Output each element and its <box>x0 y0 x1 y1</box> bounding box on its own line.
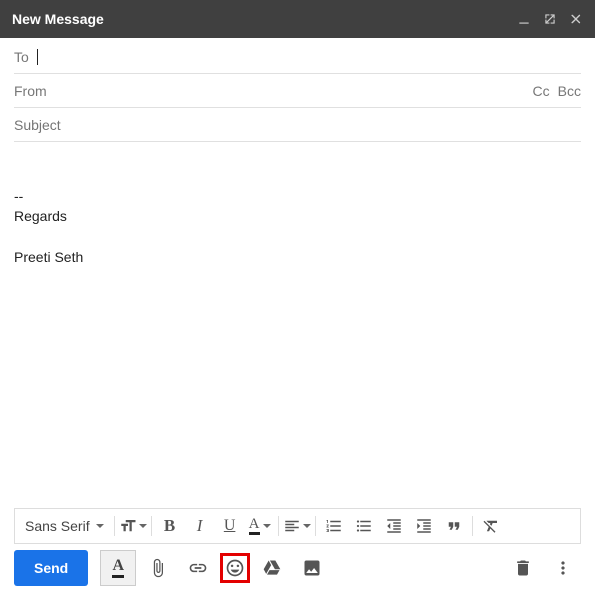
format-toolbar: Sans Serif B I U A <box>14 508 581 544</box>
font-family-label: Sans Serif <box>25 518 90 534</box>
compose-title: New Message <box>12 11 517 27</box>
from-row[interactable]: From Cc Bcc <box>14 74 581 108</box>
font-family-select[interactable]: Sans Serif <box>19 518 110 534</box>
bullet-list-button[interactable] <box>350 512 378 540</box>
to-row[interactable]: To <box>14 40 581 74</box>
window-controls <box>517 12 583 26</box>
paperclip-icon <box>148 558 168 578</box>
caret-down-icon <box>263 524 271 528</box>
bold-button[interactable]: B <box>156 512 184 540</box>
quote-button[interactable] <box>440 512 468 540</box>
italic-button[interactable]: I <box>186 512 214 540</box>
more-options-button[interactable] <box>545 550 581 586</box>
drive-icon <box>262 558 282 578</box>
signature-separator: -- <box>14 186 581 206</box>
align-button[interactable] <box>283 512 311 540</box>
subject-row[interactable] <box>14 108 581 142</box>
to-input[interactable] <box>38 49 581 65</box>
font-size-button[interactable] <box>119 512 147 540</box>
message-body[interactable]: -- Regards Preeti Seth <box>0 142 595 508</box>
compose-fields: To From Cc Bcc <box>0 38 595 142</box>
caret-down-icon <box>96 524 104 528</box>
divider <box>315 516 316 536</box>
more-vert-icon <box>553 558 573 578</box>
discard-draft-button[interactable] <box>505 550 541 586</box>
expand-icon[interactable] <box>543 12 557 26</box>
divider <box>278 516 279 536</box>
divider <box>472 516 473 536</box>
signature-block: -- Regards Preeti Seth <box>14 186 581 267</box>
subject-input[interactable] <box>14 117 581 133</box>
text-format-icon: A <box>112 558 124 578</box>
trash-icon <box>513 558 533 578</box>
attach-file-button[interactable] <box>140 550 176 586</box>
caret-down-icon <box>139 524 147 528</box>
close-icon[interactable] <box>569 12 583 26</box>
emoji-icon <box>225 558 245 578</box>
from-label: From <box>14 83 47 99</box>
bottom-bar: Send A <box>0 550 595 600</box>
indent-less-button[interactable] <box>380 512 408 540</box>
to-label: To <box>14 49 29 65</box>
numbered-list-button[interactable] <box>320 512 348 540</box>
insert-drive-button[interactable] <box>254 550 290 586</box>
divider <box>151 516 152 536</box>
link-icon <box>188 558 208 578</box>
cc-bcc-toggle: Cc Bcc <box>533 83 581 99</box>
text-color-button[interactable]: A <box>246 512 274 540</box>
send-button[interactable]: Send <box>14 550 88 586</box>
minimize-icon[interactable] <box>517 12 531 26</box>
insert-photo-button[interactable] <box>294 550 330 586</box>
compose-header: New Message <box>0 0 595 38</box>
caret-down-icon <box>303 524 311 528</box>
formatting-toggle-button[interactable]: A <box>100 550 136 586</box>
insert-link-button[interactable] <box>180 550 216 586</box>
bcc-button[interactable]: Bcc <box>558 83 581 99</box>
indent-more-button[interactable] <box>410 512 438 540</box>
signature-name: Preeti Seth <box>14 247 581 267</box>
image-icon <box>302 558 322 578</box>
underline-button[interactable]: U <box>216 512 244 540</box>
insert-emoji-button[interactable] <box>220 553 250 583</box>
signature-regards: Regards <box>14 206 581 226</box>
cc-button[interactable]: Cc <box>533 83 550 99</box>
divider <box>114 516 115 536</box>
remove-format-button[interactable] <box>477 512 505 540</box>
